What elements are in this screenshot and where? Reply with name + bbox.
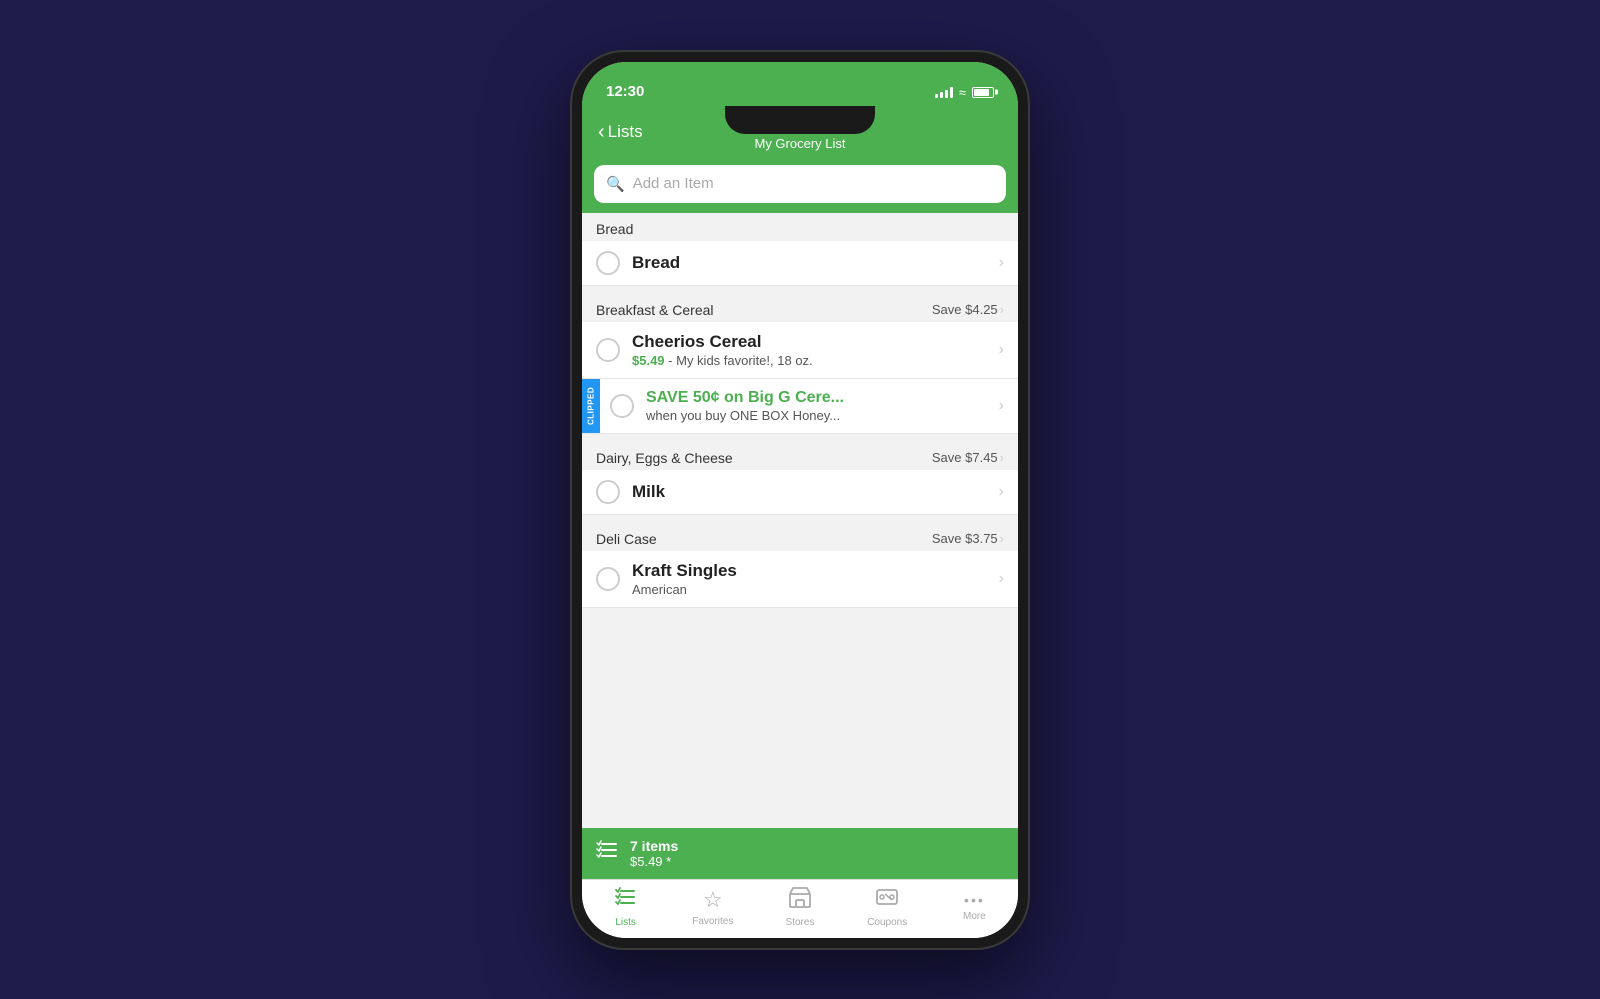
item-desc-cheerios: - My kids favorite!, 18 oz. bbox=[668, 353, 813, 368]
coupons-tab-icon bbox=[875, 886, 899, 914]
item-content-cheerios: Cheerios Cereal $5.49 - My kids favorite… bbox=[632, 332, 987, 368]
phone-notch bbox=[725, 106, 875, 134]
tab-lists[interactable]: Lists bbox=[582, 886, 669, 928]
item-name-bread: Bread bbox=[632, 253, 987, 273]
item-content-kraft: Kraft Singles American bbox=[632, 561, 987, 597]
item-content-bread: Bread bbox=[632, 253, 987, 273]
search-bar[interactable]: 🔍 Add an Item bbox=[594, 165, 1006, 203]
stores-tab-icon bbox=[788, 886, 812, 914]
section-bread-header: Bread bbox=[582, 213, 1018, 241]
item-name-milk: Milk bbox=[632, 482, 987, 502]
favorites-tab-icon: ☆ bbox=[703, 887, 723, 913]
section-deli-title: Deli Case bbox=[596, 531, 657, 547]
phone-frame: 12:30 ≈ ‹ Lists bbox=[570, 50, 1030, 950]
tab-favorites-label: Favorites bbox=[692, 916, 733, 927]
lists-tab-icon bbox=[614, 886, 638, 914]
list-item-milk[interactable]: Milk › bbox=[582, 470, 1018, 515]
item-price-cheerios: $5.49 bbox=[632, 353, 665, 368]
more-tab-icon: ••• bbox=[964, 892, 985, 908]
item-checkbox-cheerios[interactable] bbox=[596, 338, 620, 362]
save-deli-chevron-icon: › bbox=[1000, 531, 1004, 546]
item-checkbox-kraft[interactable] bbox=[596, 567, 620, 591]
signal-icon bbox=[935, 86, 953, 98]
item-name-coupon: SAVE 50¢ on Big G Cere... bbox=[646, 389, 987, 407]
status-icons: ≈ bbox=[935, 85, 994, 100]
search-container: 🔍 Add an Item bbox=[582, 165, 1018, 213]
list-item-bread[interactable]: Bread › bbox=[582, 241, 1018, 286]
item-content-coupon: SAVE 50¢ on Big G Cere... when you buy O… bbox=[646, 389, 987, 423]
wifi-icon: ≈ bbox=[959, 85, 966, 100]
search-placeholder: Add an Item bbox=[633, 175, 714, 192]
back-label: Lists bbox=[608, 122, 643, 142]
section-breakfast-save: Save $4.25 › bbox=[932, 302, 1004, 317]
list-summary-icon bbox=[596, 840, 620, 866]
save-dairy-chevron-icon: › bbox=[1000, 450, 1004, 465]
tab-favorites[interactable]: ☆ Favorites bbox=[669, 887, 756, 927]
list-item-cheerios[interactable]: Cheerios Cereal $5.49 - My kids favorite… bbox=[582, 322, 1018, 379]
tab-more[interactable]: ••• More bbox=[931, 892, 1018, 922]
tab-bar: Lists ☆ Favorites Stores bbox=[582, 879, 1018, 938]
section-deli-save: Save $3.75 › bbox=[932, 531, 1004, 546]
item-checkbox-milk[interactable] bbox=[596, 480, 620, 504]
section-dairy-header: Dairy, Eggs & Cheese Save $7.45 › bbox=[582, 442, 1018, 470]
status-bar: 12:30 ≈ bbox=[582, 62, 1018, 106]
phone-screen: 12:30 ≈ ‹ Lists bbox=[582, 62, 1018, 938]
section-dairy-title: Dairy, Eggs & Cheese bbox=[596, 450, 733, 466]
back-chevron-icon: ‹ bbox=[598, 122, 605, 142]
footer-text: 7 items $5.49 * bbox=[630, 838, 678, 869]
item-chevron-cheerios: › bbox=[999, 341, 1004, 359]
back-button[interactable]: ‹ Lists bbox=[598, 122, 643, 142]
footer-items-count: 7 items bbox=[630, 838, 678, 854]
item-name-cheerios: Cheerios Cereal bbox=[632, 332, 987, 352]
footer-price: $5.49 * bbox=[630, 854, 678, 869]
tab-lists-label: Lists bbox=[615, 917, 636, 928]
tab-stores[interactable]: Stores bbox=[756, 886, 843, 928]
tab-coupons[interactable]: Coupons bbox=[844, 886, 931, 928]
tab-coupons-label: Coupons bbox=[867, 917, 907, 928]
item-sub-kraft: American bbox=[632, 582, 987, 597]
section-deli-header: Deli Case Save $3.75 › bbox=[582, 523, 1018, 551]
section-breakfast-title: Breakfast & Cereal bbox=[596, 302, 714, 318]
content-area: Bread Bread › Breakfast & Cereal Save $4… bbox=[582, 213, 1018, 828]
status-time: 12:30 bbox=[606, 83, 644, 100]
item-sub-cheerios: $5.49 - My kids favorite!, 18 oz. bbox=[632, 353, 987, 368]
item-content-milk: Milk bbox=[632, 482, 987, 502]
tab-stores-label: Stores bbox=[786, 917, 815, 928]
section-breakfast-header: Breakfast & Cereal Save $4.25 › bbox=[582, 294, 1018, 322]
item-chevron-milk: › bbox=[999, 483, 1004, 501]
tab-more-label: More bbox=[963, 911, 986, 922]
item-checkbox-bread[interactable] bbox=[596, 251, 620, 275]
list-item-kraft[interactable]: Kraft Singles American › bbox=[582, 551, 1018, 608]
footer-summary-bar: 7 items $5.49 * bbox=[582, 828, 1018, 879]
search-icon: 🔍 bbox=[606, 175, 625, 193]
section-bread-title: Bread bbox=[596, 221, 633, 237]
header-subtitle: My Grocery List bbox=[598, 136, 1002, 151]
section-dairy-save: Save $7.45 › bbox=[932, 450, 1004, 465]
item-sub-coupon: when you buy ONE BOX Honey... bbox=[646, 408, 987, 423]
save-chevron-icon: › bbox=[1000, 302, 1004, 317]
item-chevron-kraft: › bbox=[999, 570, 1004, 588]
item-chevron-coupon: › bbox=[999, 397, 1004, 415]
item-chevron-bread: › bbox=[999, 254, 1004, 272]
battery-icon bbox=[972, 87, 994, 98]
clipped-badge: CLIPPED bbox=[582, 379, 600, 433]
list-item-coupon[interactable]: CLIPPED SAVE 50¢ on Big G Cere... when y… bbox=[582, 379, 1018, 434]
item-name-kraft: Kraft Singles bbox=[632, 561, 987, 581]
item-checkbox-coupon[interactable] bbox=[610, 394, 634, 418]
